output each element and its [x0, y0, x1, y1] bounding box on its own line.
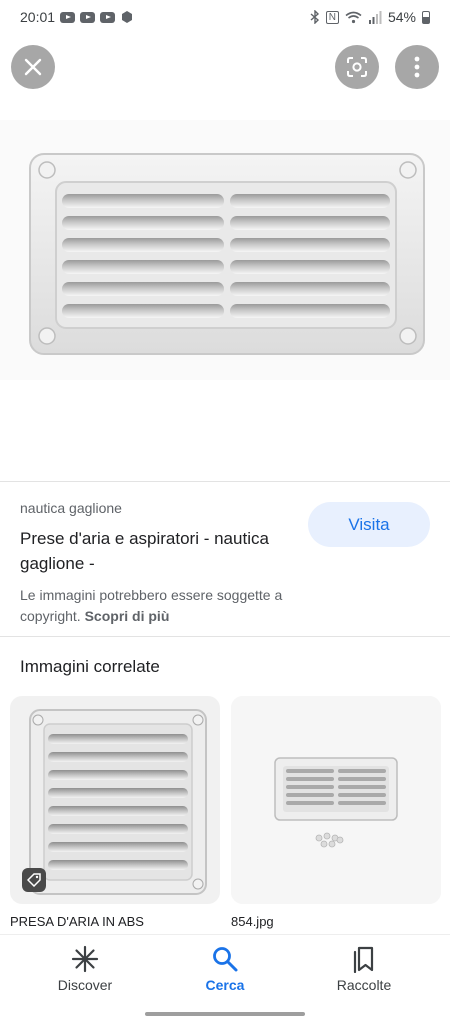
youtube-notification-icon — [100, 11, 116, 23]
result-title[interactable]: Prese d'aria e aspiratori - nautica gagl… — [20, 526, 280, 576]
nfc-icon: N — [325, 10, 339, 24]
youtube-notification-icon — [60, 11, 76, 23]
nav-label: Discover — [57, 977, 113, 993]
product-tag-icon — [22, 868, 46, 892]
close-button[interactable] — [11, 45, 55, 89]
divider — [0, 481, 450, 482]
copyright-notice: Le immagini potrebbero essere soggette a… — [20, 585, 330, 627]
nav-item-collections[interactable]: Raccolte — [304, 945, 424, 993]
nav-item-discover[interactable]: Discover — [25, 945, 145, 993]
small-vent-image — [231, 696, 441, 904]
related-image-caption[interactable]: PRESA D'ARIA IN ABS — [10, 914, 144, 929]
signal-icon — [368, 10, 382, 24]
source-name[interactable]: nautica gaglione — [20, 500, 122, 516]
learn-more-link[interactable]: Scopri di più — [85, 608, 170, 624]
image-viewer[interactable] — [0, 120, 450, 380]
battery-icon — [422, 10, 430, 24]
nav-item-search[interactable]: Cerca — [165, 945, 285, 993]
lens-icon — [347, 57, 367, 77]
status-bar: 20:01 N 54% — [0, 0, 450, 34]
related-image-card[interactable] — [10, 696, 220, 904]
search-icon — [213, 947, 238, 972]
nav-label: Cerca — [205, 977, 245, 993]
divider — [0, 636, 450, 637]
app-notification-icon — [122, 11, 133, 23]
bottom-navigation: Discover Cerca Raccolte — [0, 934, 450, 1024]
status-left: 20:01 — [20, 9, 134, 25]
more-vert-icon — [414, 56, 420, 78]
gesture-handle[interactable] — [145, 1012, 305, 1016]
close-icon — [24, 58, 42, 76]
bluetooth-icon — [310, 10, 319, 24]
collections-icon — [353, 946, 374, 973]
related-images-heading: Immagini correlate — [20, 657, 160, 676]
visit-button[interactable]: Visita — [308, 502, 430, 547]
asterisk-icon — [71, 945, 99, 973]
lens-search-button[interactable] — [335, 45, 379, 89]
related-image-card[interactable] — [231, 696, 441, 904]
battery-percentage: 54% — [387, 9, 416, 25]
wifi-icon — [345, 11, 362, 23]
status-time: 20:01 — [20, 9, 56, 25]
youtube-notification-icon — [80, 11, 96, 23]
vent-grille-image — [29, 153, 425, 355]
more-options-button[interactable] — [395, 45, 439, 89]
related-image-caption[interactable]: 854.jpg — [231, 914, 274, 929]
nav-label: Raccolte — [336, 977, 392, 993]
status-right: N 54% — [310, 9, 430, 25]
